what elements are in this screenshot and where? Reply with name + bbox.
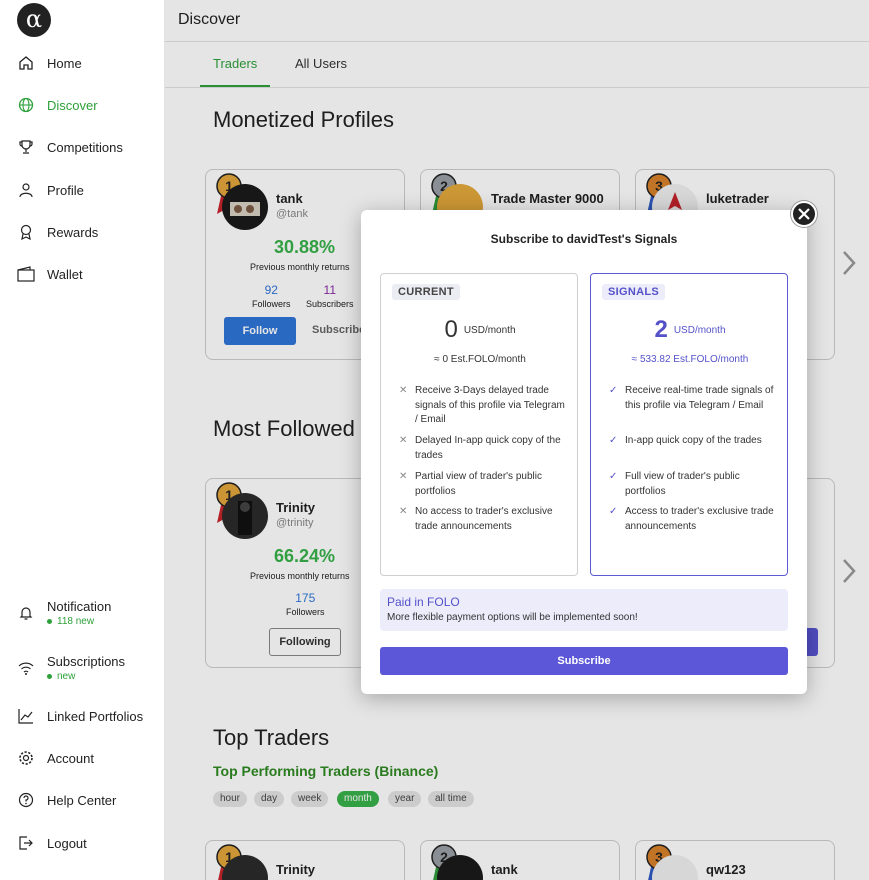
sidebar-item-label: Home — [47, 55, 82, 71]
sidebar-item-home[interactable]: Home — [17, 52, 82, 74]
plan-feature: ✓ Receive real-time trade signals of this… — [609, 384, 779, 413]
check-icon: ✓ — [609, 471, 618, 482]
logout-icon — [17, 834, 35, 852]
plan-signals[interactable]: SIGNALS 2 USD/month ≈ 533.82 Est.FOLO/mon… — [590, 273, 788, 576]
bell-icon — [17, 604, 35, 622]
chart-line-icon — [17, 707, 35, 725]
sidebar-item-label: Subscriptions — [47, 654, 126, 669]
sidebar-item-label: Competitions — [47, 139, 123, 155]
sidebar-item-label: Wallet — [47, 266, 83, 282]
cross-icon: ✕ — [399, 471, 408, 482]
subscribe-modal: Subscribe to davidTest's Signals CURRENT… — [361, 210, 807, 694]
sidebar-item-subscriptions[interactable]: Subscriptions new — [17, 653, 125, 683]
sidebar-item-label: Profile — [47, 182, 84, 198]
plan-est-folo: ≈ 0 Est.FOLO/month — [434, 354, 526, 365]
plan-current[interactable]: CURRENT 0 USD/month ≈ 0 Est.FOLO/month ✕ R… — [380, 273, 578, 576]
sidebar-item-discover[interactable]: Discover — [17, 94, 98, 116]
sidebar-item-profile[interactable]: Profile — [17, 179, 84, 201]
sidebar-item-rewards[interactable]: Rewards — [17, 221, 98, 243]
sidebar-item-label: Linked Portfolios — [47, 708, 144, 724]
check-icon: ✓ — [609, 385, 618, 396]
sidebar-item-competitions[interactable]: Competitions — [17, 136, 123, 158]
award-icon — [17, 223, 35, 241]
plan-feature: ✕ Receive 3-Days delayed trade signals of… — [399, 384, 569, 428]
sidebar-item-label: Account — [47, 750, 94, 766]
sidebar-item-label: Help Center — [47, 792, 117, 808]
sidebar-item-help-center[interactable]: Help Center — [17, 789, 116, 811]
cross-icon: ✕ — [399, 385, 408, 396]
sidebar-item-label: Logout — [47, 835, 87, 851]
wallet-icon — [17, 265, 35, 283]
payment-info-box: Paid in FOLO More flexible payment optio… — [380, 589, 788, 631]
subscribe-button[interactable]: Subscribe — [380, 647, 788, 675]
help-icon — [17, 791, 35, 809]
globe-icon — [17, 96, 35, 114]
subscriptions-new-badge: new — [47, 671, 125, 682]
close-icon — [798, 208, 810, 220]
person-icon — [17, 181, 35, 199]
sidebar: α Home Discover Competitions Profile Rew… — [0, 0, 165, 880]
cross-icon: ✕ — [399, 435, 408, 446]
payment-info-title: Paid in FOLO — [387, 595, 460, 609]
plan-feature: ✕ Partial view of trader's public portfol… — [399, 470, 569, 499]
check-icon: ✓ — [609, 506, 618, 517]
payment-info-subtitle: More flexible payment options will be im… — [387, 612, 638, 623]
plan-feature: ✕ Delayed In-app quick copy of the trades — [399, 434, 569, 463]
plan-tag: CURRENT — [392, 284, 460, 300]
sidebar-item-logout[interactable]: Logout — [17, 832, 87, 854]
plan-price: 0 USD/month — [444, 316, 516, 343]
plan-feature: ✓ In-app quick copy of the trades — [609, 434, 779, 449]
trophy-icon — [17, 138, 35, 156]
wifi-icon — [17, 659, 35, 677]
sidebar-item-wallet[interactable]: Wallet — [17, 263, 83, 285]
home-icon — [17, 54, 35, 72]
close-modal-button[interactable] — [791, 201, 817, 227]
gear-icon — [17, 749, 35, 767]
sidebar-item-label: Rewards — [47, 224, 99, 240]
logo[interactable]: α — [17, 3, 51, 37]
sidebar-item-account[interactable]: Account — [17, 747, 94, 769]
sidebar-item-linked-portfolios[interactable]: Linked Portfolios — [17, 705, 143, 727]
modal-title: Subscribe to davidTest's Signals — [490, 232, 678, 246]
plan-feature: ✓ Access to trader's exclusive trade anno… — [609, 505, 779, 534]
sidebar-item-label: Notification — [47, 599, 112, 614]
sidebar-item-label: Discover — [47, 97, 98, 113]
plan-tag: SIGNALS — [602, 284, 665, 300]
check-icon: ✓ — [609, 435, 618, 446]
plan-feature: ✕ No access to trader's exclusive trade a… — [399, 505, 569, 534]
cross-icon: ✕ — [399, 506, 408, 517]
sidebar-item-notification[interactable]: Notification 118 new — [17, 598, 111, 628]
plan-est-folo: ≈ 533.82 Est.FOLO/month — [631, 354, 749, 365]
notification-count-badge: 118 new — [47, 616, 111, 627]
plan-price: 2 USD/month — [654, 316, 726, 343]
plan-feature: ✓ Full view of trader's public portfolios — [609, 470, 779, 499]
